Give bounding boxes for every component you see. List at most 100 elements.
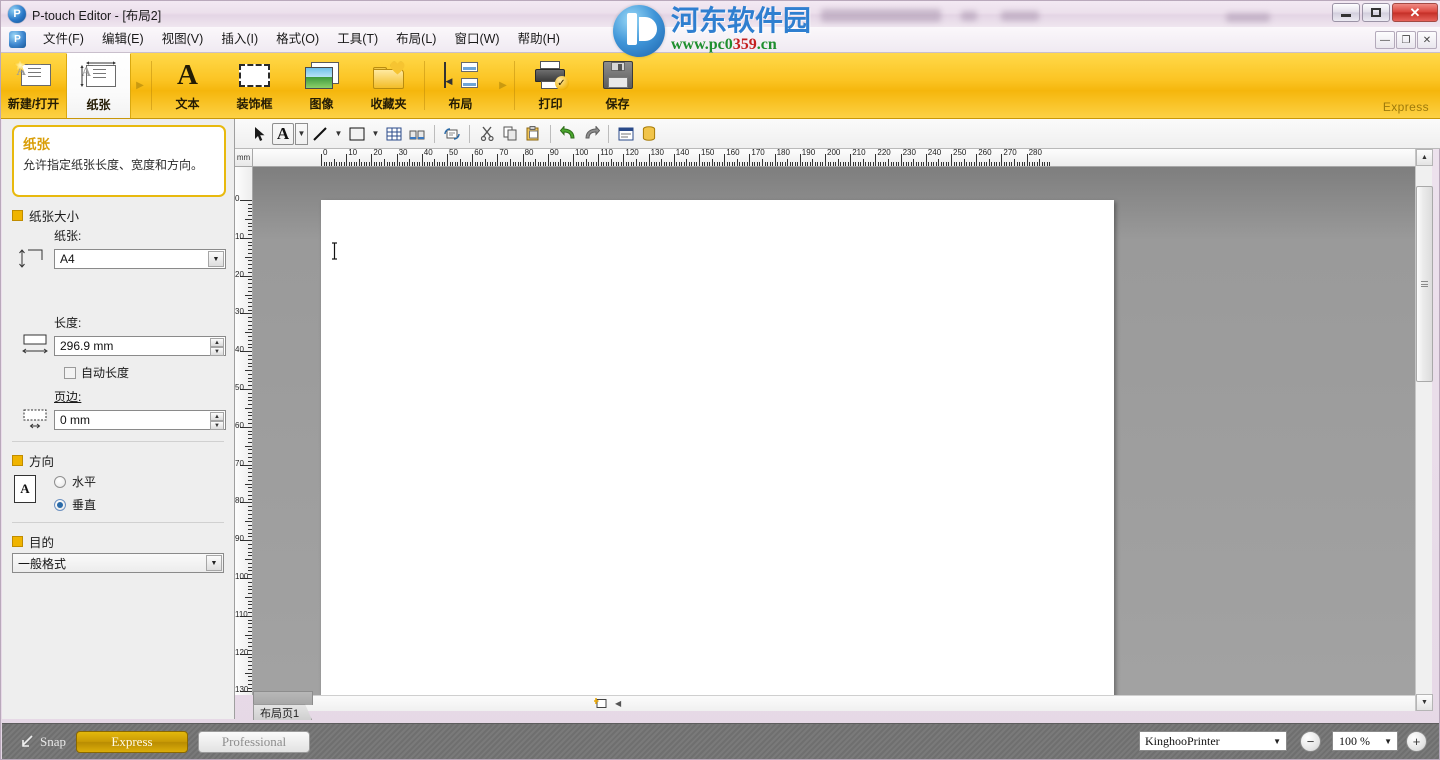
canvas-horizontal-scrollbar[interactable]: ◀ — [253, 695, 1415, 711]
ruler-tick-minor — [961, 162, 962, 166]
new-page-icon[interactable] — [594, 698, 607, 709]
chevron-down-icon[interactable]: ▼ — [208, 251, 224, 267]
ruler-tick-minor — [636, 159, 637, 166]
margin-input[interactable]: 0 mm ▲▼ — [54, 410, 226, 430]
length-stepper[interactable]: ▲▼ — [210, 338, 224, 356]
ruler-tick-minor — [248, 510, 252, 511]
ribbon-button-print[interactable]: ✓ 打印 — [517, 53, 584, 118]
menu-item-file[interactable]: 文件(F) — [34, 29, 93, 50]
ribbon-tab-paper[interactable]: A 纸张 — [66, 53, 131, 118]
window-title: P-touch Editor - [布局2] — [32, 5, 161, 24]
zoom-level-combo[interactable]: 100 % ▼ — [1332, 731, 1398, 751]
printer-name: KinghooPrinter — [1145, 734, 1220, 749]
ruler-tick-label: 280 — [1029, 149, 1042, 157]
ribbon-button-text[interactable]: A 文本 — [154, 53, 221, 118]
chevron-down-icon[interactable]: ▼ — [1384, 737, 1392, 746]
scroll-up-icon[interactable]: ▲ — [1416, 149, 1433, 166]
ruler-tick-minor — [991, 162, 992, 166]
undo-icon[interactable] — [557, 123, 579, 145]
chevron-down-icon[interactable]: ▼ — [1273, 737, 1281, 746]
scroll-down-icon[interactable]: ▼ — [1416, 694, 1433, 711]
vertical-ruler[interactable]: 0102030405060708090100110120130 — [235, 167, 253, 695]
align-icon[interactable] — [406, 123, 428, 145]
page-tab[interactable]: 布局页1 — [253, 704, 312, 720]
ruler-tick-minor — [928, 162, 929, 166]
ruler-tick-minor — [639, 162, 640, 166]
margin-stepper[interactable]: ▲▼ — [210, 412, 224, 430]
ribbon-overflow-arrow-right-icon[interactable]: ▶ — [494, 53, 512, 118]
horizontal-ruler[interactable]: 0102030405060708090100110120130140150160… — [253, 149, 1415, 167]
table-icon[interactable] — [383, 123, 405, 145]
menu-item-edit[interactable]: 编辑(E) — [93, 29, 153, 50]
line-tool-icon[interactable] — [309, 123, 331, 145]
stepper-up-icon[interactable]: ▲ — [210, 412, 224, 421]
menu-item-insert[interactable]: 插入(I) — [212, 29, 267, 50]
snap-button[interactable]: Snap — [20, 734, 66, 750]
orientation-option-horizontal[interactable]: 水平 — [54, 473, 234, 490]
mdi-restore-button[interactable]: ❐ — [1396, 31, 1416, 49]
database-icon[interactable] — [638, 123, 660, 145]
auto-length-row[interactable]: 自动长度 — [64, 364, 234, 381]
ruler-tick-minor — [344, 162, 345, 166]
maximize-button[interactable] — [1362, 3, 1390, 22]
mdi-minimize-button[interactable]: — — [1375, 31, 1395, 49]
rectangle-tool-icon[interactable] — [346, 123, 368, 145]
ribbon-button-save[interactable]: 保存 — [584, 53, 651, 118]
ribbon-button-image[interactable]: 图像 — [288, 53, 355, 118]
menu-item-view[interactable]: 视图(V) — [153, 29, 213, 50]
purpose-combo[interactable]: 一般格式 ▼ — [12, 553, 224, 573]
ribbon-overflow-arrow-left-icon[interactable]: ▶ — [131, 53, 149, 118]
close-button[interactable]: ✕ — [1392, 3, 1438, 22]
canvas-vertical-scrollbar[interactable]: ▲ ▼ — [1415, 149, 1432, 711]
mdi-close-button[interactable]: ✕ — [1417, 31, 1437, 49]
ribbon-tab-new-open[interactable]: A 新建/打开 — [1, 53, 66, 118]
ruler-tick-major — [775, 154, 776, 166]
zoom-in-button[interactable]: + — [1406, 731, 1427, 752]
ruler-tick-minor — [538, 162, 539, 166]
properties-icon[interactable] — [615, 123, 637, 145]
ruler-tick-major — [321, 154, 322, 166]
printer-select[interactable]: KinghooPrinter ▼ — [1139, 731, 1287, 751]
stepper-down-icon[interactable]: ▼ — [210, 421, 224, 430]
ribbon-toolbar: A 新建/打开 A — [1, 53, 1440, 119]
ruler-tick-label: 220 — [877, 149, 890, 157]
ruler-tick-minor — [570, 162, 571, 166]
length-input[interactable]: 296.9 mm ▲▼ — [54, 336, 226, 356]
ruler-tick-minor — [248, 434, 252, 435]
rectangle-tool-dropdown-icon[interactable]: ▼ — [369, 123, 382, 145]
text-tool-icon[interactable]: A — [272, 123, 294, 145]
paper-size-combo[interactable]: A4 ▼ — [54, 249, 226, 269]
stepper-up-icon[interactable]: ▲ — [210, 338, 224, 347]
ruler-tick-minor — [739, 162, 740, 166]
redo-icon[interactable] — [580, 123, 602, 145]
zoom-out-button[interactable]: − — [1300, 731, 1321, 752]
stepper-down-icon[interactable]: ▼ — [210, 347, 224, 356]
line-tool-dropdown-icon[interactable]: ▼ — [332, 123, 345, 145]
menu-item-window[interactable]: 窗口(W) — [445, 29, 508, 50]
select-arrow-icon[interactable] — [249, 123, 271, 145]
text-tool-dropdown-icon[interactable]: ▼ — [295, 123, 308, 145]
mode-button-express[interactable]: Express — [76, 731, 188, 753]
menu-item-layout[interactable]: 布局(L) — [387, 29, 445, 50]
mode-button-professional[interactable]: Professional — [198, 731, 310, 753]
auto-length-checkbox[interactable] — [64, 367, 76, 379]
ribbon-button-layout[interactable]: ◀ 布局 — [427, 53, 494, 118]
menu-item-format[interactable]: 格式(O) — [267, 29, 328, 50]
menu-item-tools[interactable]: 工具(T) — [328, 29, 387, 50]
scroll-thumb[interactable] — [1416, 186, 1433, 382]
canvas-area[interactable] — [253, 167, 1415, 695]
menu-item-help[interactable]: 帮助(H) — [509, 29, 569, 50]
chevron-down-icon[interactable]: ▼ — [206, 555, 222, 571]
orientation-option-vertical[interactable]: 垂直 — [54, 496, 234, 513]
paste-icon[interactable] — [522, 123, 544, 145]
cut-icon[interactable] — [476, 123, 498, 145]
ribbon-button-favorites[interactable]: 收藏夹 — [355, 53, 422, 118]
label-page[interactable] — [321, 200, 1114, 695]
rotate-icon[interactable] — [441, 123, 463, 145]
minimize-button[interactable] — [1332, 3, 1360, 22]
radio-horizontal[interactable] — [54, 476, 66, 488]
copy-icon[interactable] — [499, 123, 521, 145]
ribbon-button-frame[interactable]: 装饰框 — [221, 53, 288, 118]
page-nav-prev-icon[interactable]: ◀ — [615, 699, 621, 708]
radio-vertical[interactable] — [54, 499, 66, 511]
